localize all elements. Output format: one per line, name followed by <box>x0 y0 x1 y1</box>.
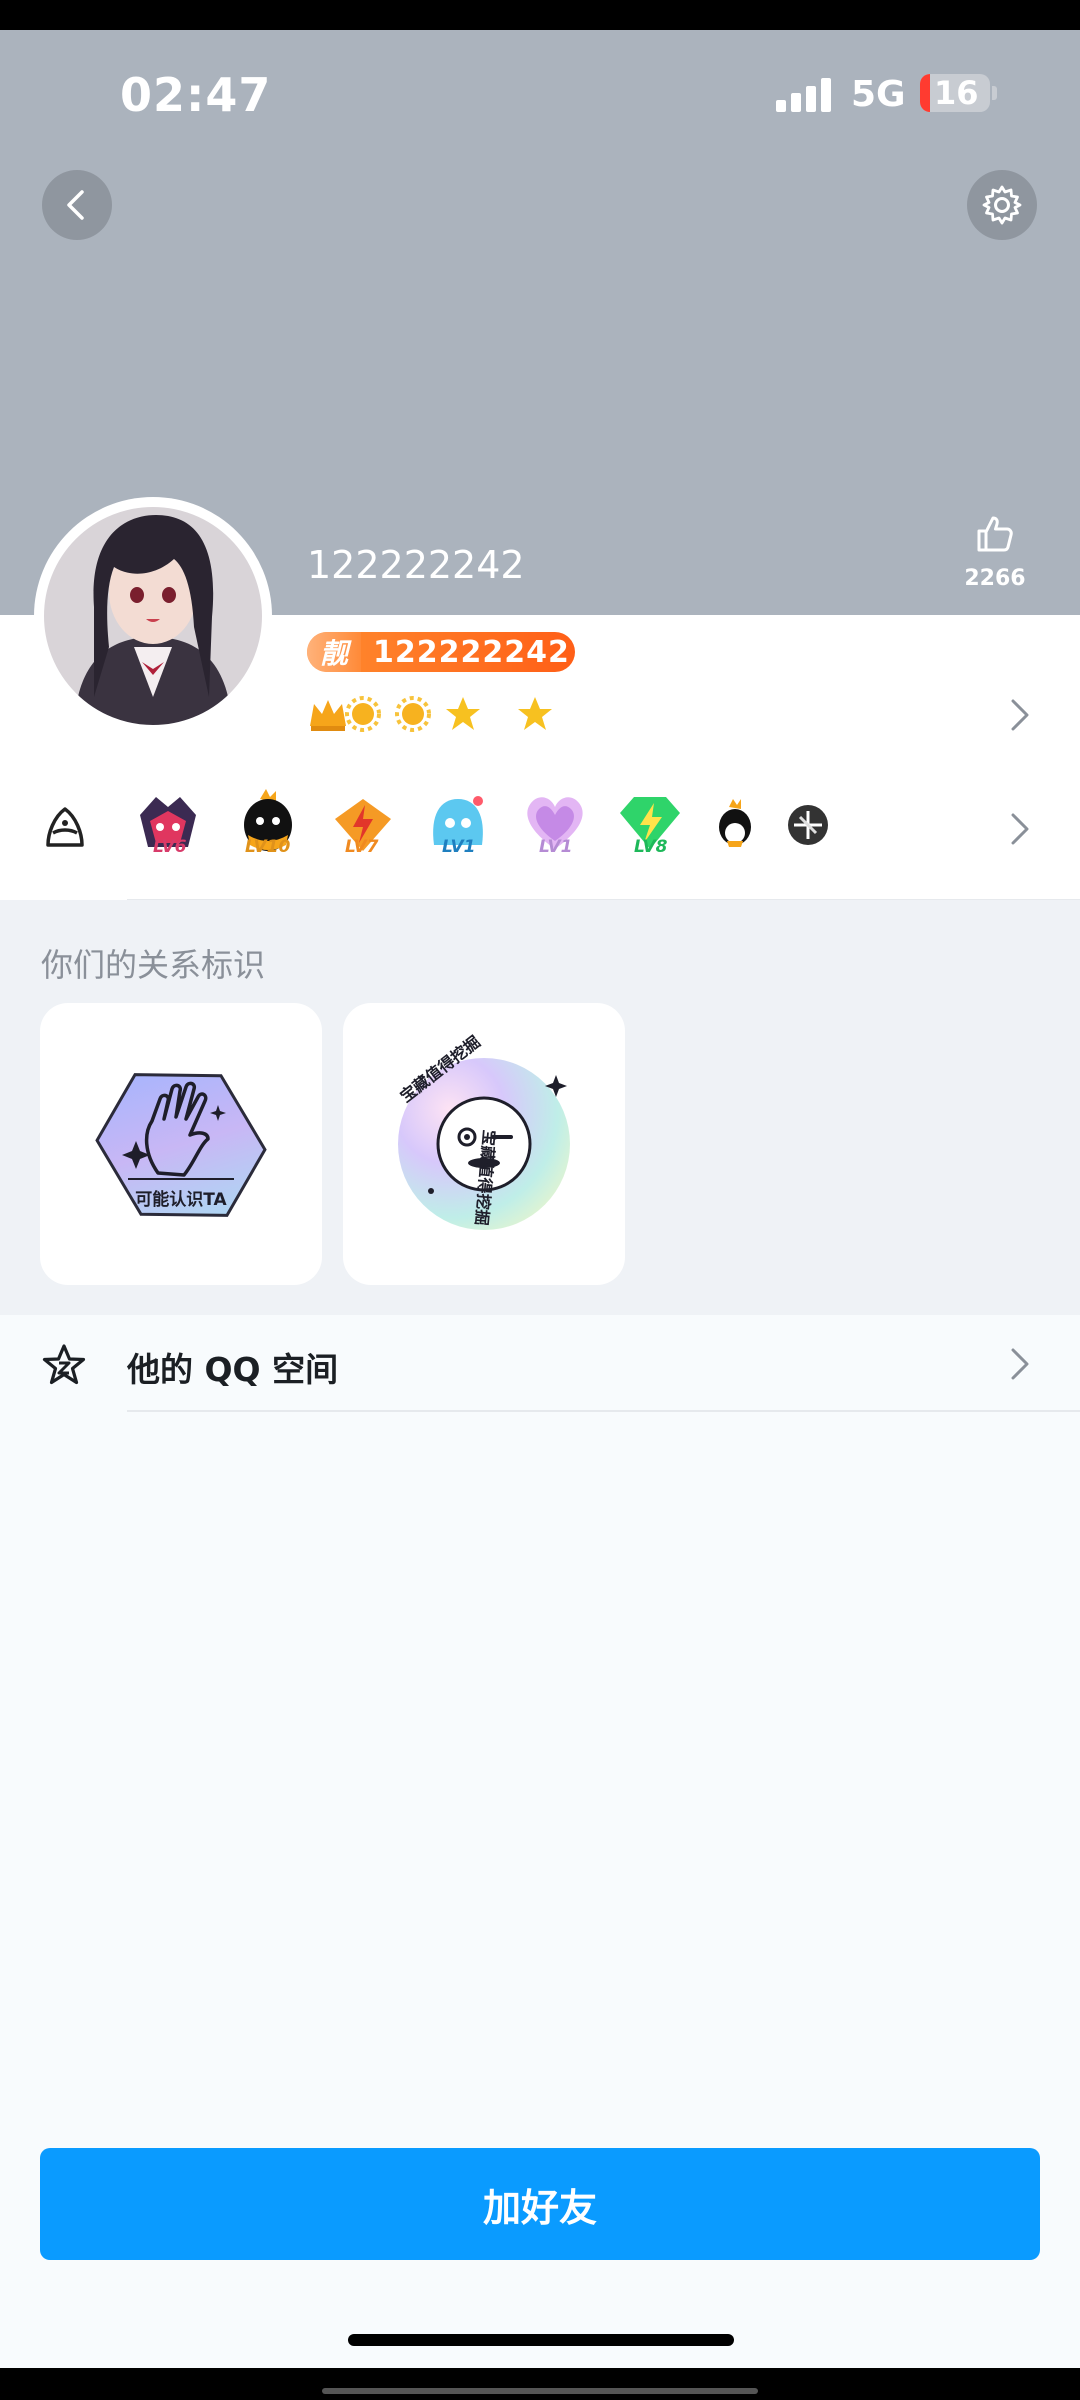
vip-number-badge: 靓 122222242 <box>307 632 575 672</box>
star-icon <box>518 697 552 730</box>
back-button[interactable] <box>42 170 112 240</box>
chevron-right-icon <box>1011 813 1029 845</box>
lv8-badge: LV8 <box>612 785 688 865</box>
sun-icon <box>395 696 431 732</box>
qq-level-icons <box>308 692 488 736</box>
gesture-bar <box>322 2388 758 2394</box>
qzone-star-icon <box>42 1344 86 1385</box>
battery-level: 16 <box>934 74 979 112</box>
lv7-badge-label: LV7 <box>345 837 379 857</box>
star-icon <box>446 697 480 730</box>
cf-badge <box>770 785 846 865</box>
chevron-right-icon <box>1011 1348 1029 1380</box>
like-count: 2266 <box>964 566 1026 591</box>
relationship-card-treasure[interactable]: 宝藏值得挖掘 宝藏值得挖掘 <box>343 1003 625 1285</box>
status-time: 02:47 <box>120 68 272 122</box>
chevron-right-icon[interactable] <box>1005 695 1035 735</box>
relationship-title: 你们的关系标识 <box>41 946 266 984</box>
top-black-strip <box>0 0 1080 30</box>
signal-icon <box>776 78 834 112</box>
medal-wall-icon <box>46 807 84 847</box>
nickname: 122222242 <box>307 543 525 587</box>
lv1-badge-label: LV1 <box>442 837 476 857</box>
battery-tip <box>992 86 997 100</box>
divider <box>127 1410 1080 1412</box>
relationship-card-maybe-know[interactable]: 可能认识TA <box>40 1003 322 1285</box>
crown-icon <box>310 700 346 731</box>
lv8-badge-label: LV8 <box>634 837 668 857</box>
avatar-image <box>38 501 268 731</box>
network-type: 5G <box>851 74 906 115</box>
qzone-label: 他的 QQ 空间 <box>127 1350 339 1389</box>
battery-icon: 16 <box>920 74 990 112</box>
lv7-badge: LV7 <box>325 785 401 865</box>
like-button[interactable] <box>960 512 1030 560</box>
lv10-badge: LV10 <box>230 785 306 865</box>
lv1-badge: LV1 <box>420 785 496 865</box>
home-indicator <box>348 2334 734 2346</box>
avatar[interactable] <box>34 497 272 735</box>
vip-qq-number: 122222242 <box>373 635 570 670</box>
bottom-black-strip <box>0 2368 1080 2400</box>
lv1-heart-badge-label: LV1 <box>539 837 573 857</box>
chevron-left-icon <box>67 190 84 220</box>
lv10-badge-label: LV10 <box>245 837 291 857</box>
lv1-heart-badge: LV1 <box>517 785 593 865</box>
add-friend-button[interactable]: 加好友 <box>40 2148 1040 2260</box>
wave-hand-icon <box>95 1073 267 1217</box>
profile-screen: 02:47 5G 16 2266 122222242 靓 122222242 L… <box>0 0 1080 2400</box>
lv6-badge: LV6 <box>130 785 206 865</box>
thumbs-up-icon <box>977 516 1013 552</box>
qq-level-icons-2 <box>515 692 555 736</box>
lv6-badge-label: LV6 <box>153 837 187 857</box>
gear-icon <box>982 185 1022 225</box>
sun-icon <box>345 696 381 732</box>
penguin-badge <box>697 785 773 865</box>
badge-row[interactable]: LV6 LV10 LV7 LV1 LV1 LV8 <box>0 775 1080 885</box>
relationship-card-label: 可能认识TA <box>135 1190 227 1210</box>
settings-button[interactable] <box>967 170 1037 240</box>
vip-tag: 靓 <box>307 632 361 672</box>
